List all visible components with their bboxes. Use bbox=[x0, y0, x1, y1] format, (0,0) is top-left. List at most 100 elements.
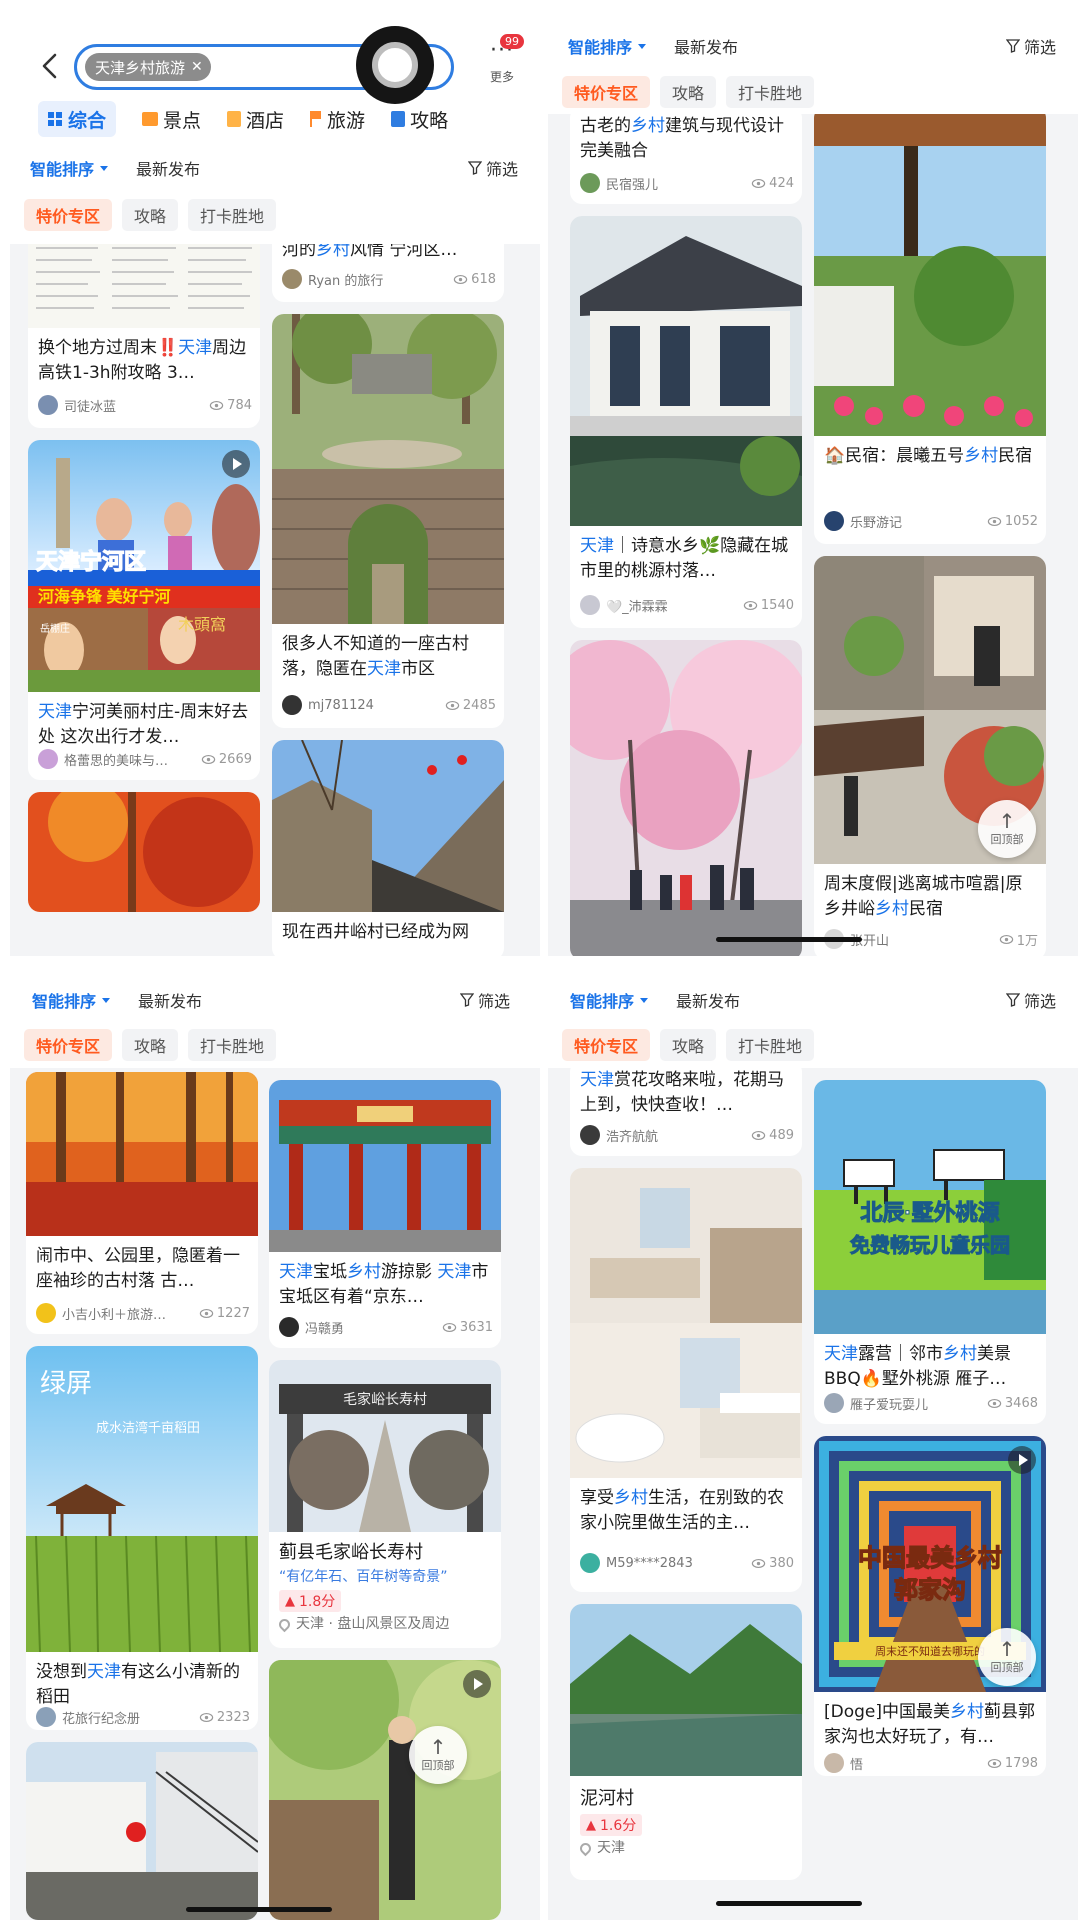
filter-button[interactable]: 筛选 bbox=[1005, 988, 1056, 1012]
voice-record-icon[interactable] bbox=[356, 26, 434, 104]
poi-location-text: 天津 · 盘山风景区及周边 bbox=[296, 1616, 450, 1632]
category-tabs: 综合 景点 酒店 旅游 攻略 bbox=[38, 100, 540, 138]
list-item[interactable] bbox=[26, 1742, 258, 1920]
sort-newest-button[interactable]: 最新发布 bbox=[138, 988, 202, 1012]
tab-scenic[interactable]: 景点 bbox=[142, 106, 201, 133]
list-item[interactable]: 泥河村 ▲ 1.6分 天津 bbox=[570, 1604, 802, 1880]
sort-newest-button[interactable]: 最新发布 bbox=[674, 34, 738, 58]
chip-special-offer[interactable]: 特价专区 bbox=[562, 1029, 651, 1061]
chip-checkin[interactable]: 打卡胜地 bbox=[188, 199, 277, 231]
sort-bar: 智能排序 最新发布 筛选 bbox=[548, 980, 1078, 1020]
back-to-top-button[interactable]: ↑ 回顶部 bbox=[978, 800, 1036, 858]
home-indicator bbox=[716, 937, 862, 942]
chip-special-offer[interactable]: 特价专区 bbox=[562, 76, 651, 108]
more-button[interactable]: ··· 更多 99 bbox=[478, 34, 526, 88]
chip-row: 特价专区 攻略 打卡胜地 bbox=[10, 1026, 540, 1064]
view-count-value: 1540 bbox=[760, 597, 794, 613]
chip-row: 特价专区 攻略 打卡胜地 bbox=[548, 73, 1078, 111]
filter-button[interactable]: 筛选 bbox=[467, 156, 518, 180]
close-icon[interactable]: ✕ bbox=[191, 59, 203, 75]
overlay-text: 郭家沟 bbox=[894, 1576, 966, 1604]
search-query-chip[interactable]: 天津乡村旅游 ✕ bbox=[85, 53, 211, 81]
list-item[interactable] bbox=[570, 640, 802, 956]
list-item[interactable] bbox=[28, 792, 260, 912]
sort-smart-button[interactable]: 智能排序 bbox=[30, 156, 109, 180]
sort-smart-label: 智能排序 bbox=[568, 38, 633, 57]
card-image bbox=[28, 792, 260, 912]
list-item[interactable]: 闹市中、公园里，隐匿着一座袖珍的古村落 古… 小吉小利＋旅游… 1227 bbox=[26, 1072, 258, 1334]
card-title: 天津宝坻乡村游掠影 天津市宝坻区有着“京东… bbox=[279, 1260, 493, 1310]
card-meta: 小吉小利＋旅游… 1227 bbox=[36, 1302, 250, 1324]
chip-checkin[interactable]: 打卡胜地 bbox=[726, 76, 815, 108]
poi-tagline: “有亿年石、百年树等奇景” bbox=[279, 1569, 448, 1585]
sort-smart-button[interactable]: 智能排序 bbox=[32, 988, 111, 1012]
filter-button[interactable]: 筛选 bbox=[459, 988, 510, 1012]
list-item[interactable]: 绿屏 成水洁湾千亩稻田 没想到天津有这么小清新的稻田 花旅行纪念册 2323 bbox=[26, 1346, 258, 1730]
list-item[interactable]: 换个地方过周末‼️天津周边高铁1-3h附攻略 3… 司徒冰蓝 784 bbox=[28, 244, 260, 428]
eye-icon bbox=[442, 1322, 457, 1332]
author-name: 花旅行纪念册 bbox=[62, 1711, 141, 1727]
back-to-top-button[interactable]: ↑ 回顶部 bbox=[978, 1628, 1036, 1686]
view-count-value: 2485 bbox=[462, 697, 496, 713]
search-header: 天津乡村旅游 ✕ ··· 更多 99 综合 景点 酒店 旅游 攻略 智能排序 最… bbox=[10, 0, 540, 250]
highlight-keyword: 天津 bbox=[38, 702, 72, 722]
title-text: 没想到 bbox=[36, 1662, 87, 1682]
eye-icon bbox=[453, 274, 468, 284]
filter-label: 筛选 bbox=[1023, 38, 1056, 57]
list-item[interactable]: 现在西井峪村已经成为网 bbox=[272, 740, 504, 956]
list-item[interactable]: 🏠民宿：晨曦五号乡村民宿 乐野游记 1052 bbox=[814, 114, 1046, 544]
chip-guide[interactable]: 攻略 bbox=[660, 76, 717, 108]
chip-special-offer[interactable]: 特价专区 bbox=[24, 1029, 113, 1061]
chevron-down-icon bbox=[100, 165, 109, 171]
list-item[interactable]: ↑ 回顶部 周末度假|逃离城市喧嚣|原乡井峪乡村民宿 张开山 1万 bbox=[814, 556, 1046, 956]
filter-icon bbox=[467, 161, 482, 175]
highlight-keyword: 乡村 bbox=[631, 116, 665, 136]
list-item[interactable]: 古老的乡村建筑与现代设计完美融合 民宿强儿 424 bbox=[570, 114, 802, 204]
overlay-text: 中国最美乡村 bbox=[858, 1544, 1002, 1572]
chip-special-offer[interactable]: 特价专区 bbox=[24, 199, 113, 231]
list-item[interactable]: 天津宁河区 河海争锋 美好宁河 岳棚庄 木頭窩 天津宁河美丽村庄-周末好去处 这… bbox=[28, 440, 260, 780]
sort-newest-button[interactable]: 最新发布 bbox=[136, 156, 200, 180]
card-meta: 司徒冰蓝 784 bbox=[38, 394, 252, 416]
avatar bbox=[824, 1753, 844, 1773]
view-count: 3468 bbox=[987, 1396, 1038, 1411]
sort-newest-button[interactable]: 最新发布 bbox=[676, 988, 740, 1012]
chevron-down-icon bbox=[640, 997, 649, 1003]
filter-button[interactable]: 筛选 bbox=[1005, 34, 1056, 58]
sort-bar: 智能排序 最新发布 筛选 bbox=[548, 26, 1078, 66]
list-item[interactable]: 中国最美乡村 郭家沟 周末还不知道去哪玩的 ↑ 回顶部 [Doge]中国最美乡村蓟… bbox=[814, 1436, 1046, 1776]
chip-guide[interactable]: 攻略 bbox=[660, 1029, 717, 1061]
back-arrow-icon[interactable] bbox=[38, 50, 62, 82]
list-item[interactable]: 很多人不知道的一座古村落，隐匿在天津市区 mj781124 2485 bbox=[272, 314, 504, 728]
list-item[interactable]: 天津宝坻乡村游掠影 天津市宝坻区有着“京东… 冯赣勇 3631 bbox=[269, 1080, 501, 1348]
sort-smart-button[interactable]: 智能排序 bbox=[568, 34, 647, 58]
chip-guide[interactable]: 攻略 bbox=[122, 1029, 179, 1061]
avatar bbox=[38, 395, 58, 415]
back-to-top-button[interactable]: ↑ 回顶部 bbox=[409, 1726, 467, 1784]
overlay-text: 周末还不知道去哪玩的 bbox=[875, 1644, 985, 1658]
more-label: 更多 bbox=[489, 70, 514, 84]
tab-guide[interactable]: 攻略 bbox=[391, 106, 448, 133]
eye-icon bbox=[751, 1130, 766, 1140]
chip-checkin[interactable]: 打卡胜地 bbox=[726, 1029, 815, 1061]
list-item[interactable]: 天津赏花攻略来啦，花期马上到，快快查收！… 浩齐航航 489 bbox=[570, 1068, 802, 1156]
eye-icon bbox=[987, 516, 1002, 526]
list-item[interactable]: 北辰·墅外桃源 免费畅玩儿童乐园 天津露营｜邻市乡村美景BBQ🔥墅外桃源 雁子…… bbox=[814, 1080, 1046, 1424]
list-item[interactable]: 享受乡村生活，在别致的农家小院里做生活的主… M59****2843 380 bbox=[570, 1168, 802, 1592]
chip-guide[interactable]: 攻略 bbox=[122, 199, 179, 231]
tab-label: 攻略 bbox=[410, 109, 449, 132]
home-indicator bbox=[186, 1907, 332, 1912]
tab-tour[interactable]: 旅游 bbox=[310, 106, 365, 133]
list-item[interactable]: 毛家峪长寿村 蓟县毛家峪长寿村 “有亿年石、百年树等奇景” ▲ 1.8分 天津 ·… bbox=[269, 1360, 501, 1648]
title-text: 享受 bbox=[580, 1488, 614, 1508]
sort-smart-button[interactable]: 智能排序 bbox=[570, 988, 649, 1012]
list-item[interactable]: 天津｜诗意水乡🌿隐藏在城市里的桃源村落… 🤍_沛霖霖 1540 bbox=[570, 216, 802, 628]
card-image bbox=[26, 1742, 258, 1920]
chip-checkin[interactable]: 打卡胜地 bbox=[188, 1029, 277, 1061]
tab-overall[interactable]: 综合 bbox=[38, 101, 117, 137]
highlight-keyword: 乡村 bbox=[347, 1262, 381, 1282]
tab-hotel[interactable]: 酒店 bbox=[227, 106, 284, 133]
list-item[interactable]: ↑ 回顶部 bbox=[269, 1660, 501, 1920]
title-text: 民宿 bbox=[909, 899, 943, 919]
list-item[interactable]: 河的乡村风情 宁河区… Ryan 的旅行 618 bbox=[272, 244, 504, 302]
